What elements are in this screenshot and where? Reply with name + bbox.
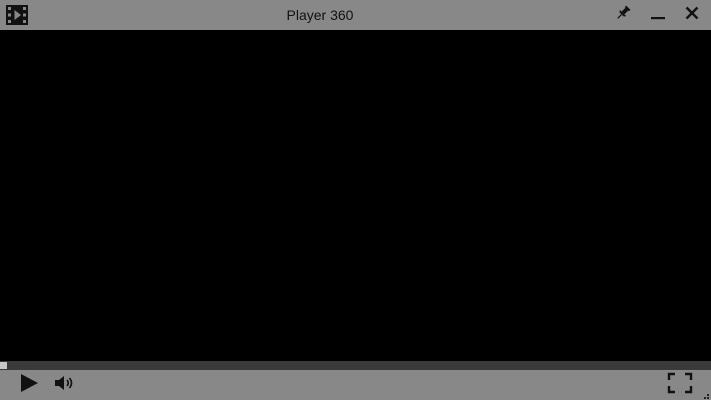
play-button[interactable]	[16, 373, 42, 398]
pin-icon	[614, 4, 632, 27]
fullscreen-icon	[667, 372, 693, 399]
video-display[interactable]	[0, 30, 711, 361]
speaker-icon	[53, 373, 75, 398]
minimize-button[interactable]	[647, 4, 669, 26]
seek-handle[interactable]	[0, 362, 7, 369]
close-icon	[684, 5, 700, 26]
fullscreen-button[interactable]	[666, 372, 694, 399]
resize-grip-icon[interactable]	[701, 390, 710, 399]
play-icon	[19, 373, 39, 398]
player-window: Player 360	[0, 0, 711, 400]
volume-button[interactable]	[52, 374, 76, 396]
title-bar[interactable]: Player 360	[0, 0, 711, 30]
seek-bar[interactable]	[0, 361, 711, 370]
pin-button[interactable]	[612, 4, 634, 26]
minimize-icon	[650, 5, 666, 26]
close-button[interactable]	[681, 4, 703, 26]
control-bar	[0, 370, 711, 400]
window-title: Player 360	[286, 7, 354, 23]
